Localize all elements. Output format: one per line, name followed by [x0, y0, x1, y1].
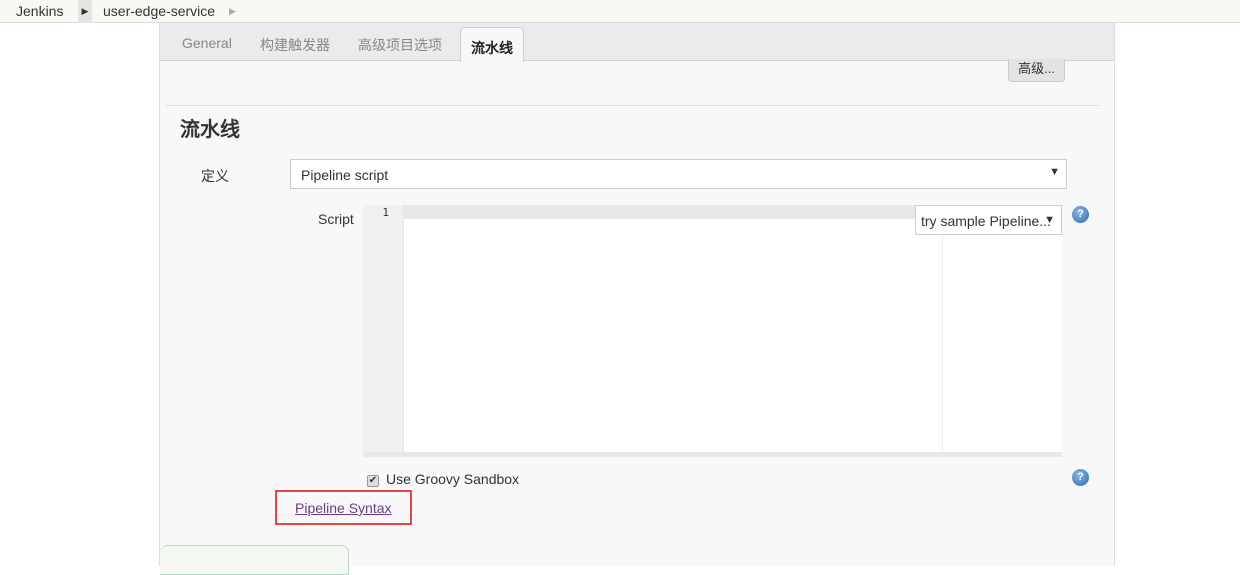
breadcrumb-arrow-icon[interactable]: ▶: [78, 0, 92, 23]
print-margin: [942, 235, 943, 452]
divider: [166, 105, 1099, 106]
sample-pipeline-value: try sample Pipeline...: [921, 213, 1051, 229]
sample-pipeline-select[interactable]: try sample Pipeline... ▼: [915, 205, 1062, 235]
line-gutter: 1: [363, 205, 404, 452]
definition-value: Pipeline script: [301, 167, 389, 183]
breadcrumb-bar: Jenkins ▶ user-edge-service ▶: [0, 0, 1240, 23]
definition-label: 定义: [201, 168, 229, 184]
tab-build-triggers[interactable]: 构建触发器: [260, 35, 330, 55]
tab-pipeline[interactable]: 流水线: [460, 27, 524, 62]
pipeline-syntax-link[interactable]: Pipeline Syntax: [295, 500, 392, 516]
help-icon[interactable]: ?: [1072, 469, 1089, 486]
advanced-button[interactable]: 高级...: [1008, 59, 1065, 82]
bottom-bar: [160, 545, 349, 575]
tab-general[interactable]: General: [182, 35, 232, 51]
dropdown-caret-icon: ▼: [1049, 166, 1060, 178]
section-title: 流水线: [180, 119, 240, 141]
tab-bar: General 构建触发器 高级项目选项 流水线: [160, 23, 1114, 62]
line-number: 1: [382, 206, 389, 219]
script-label: Script: [318, 211, 354, 227]
definition-select[interactable]: Pipeline script ▼: [290, 159, 1067, 189]
config-panel: General 构建触发器 高级项目选项 流水线 高级... 流水线 定义 Pi…: [159, 23, 1115, 575]
breadcrumb-job[interactable]: user-edge-service: [103, 3, 215, 19]
groovy-sandbox-checkbox[interactable]: ✔: [367, 475, 379, 487]
script-editor[interactable]: 1 try sample Pipeline... ▼: [363, 205, 1062, 457]
breadcrumb-arrow-icon[interactable]: ▶: [229, 6, 236, 17]
dropdown-caret-icon: ▼: [1044, 214, 1055, 226]
help-icon[interactable]: ?: [1072, 206, 1089, 223]
groovy-sandbox-label: Use Groovy Sandbox: [386, 471, 520, 487]
breadcrumb-jenkins[interactable]: Jenkins: [16, 3, 63, 19]
tab-advanced-options[interactable]: 高级项目选项: [358, 35, 442, 55]
